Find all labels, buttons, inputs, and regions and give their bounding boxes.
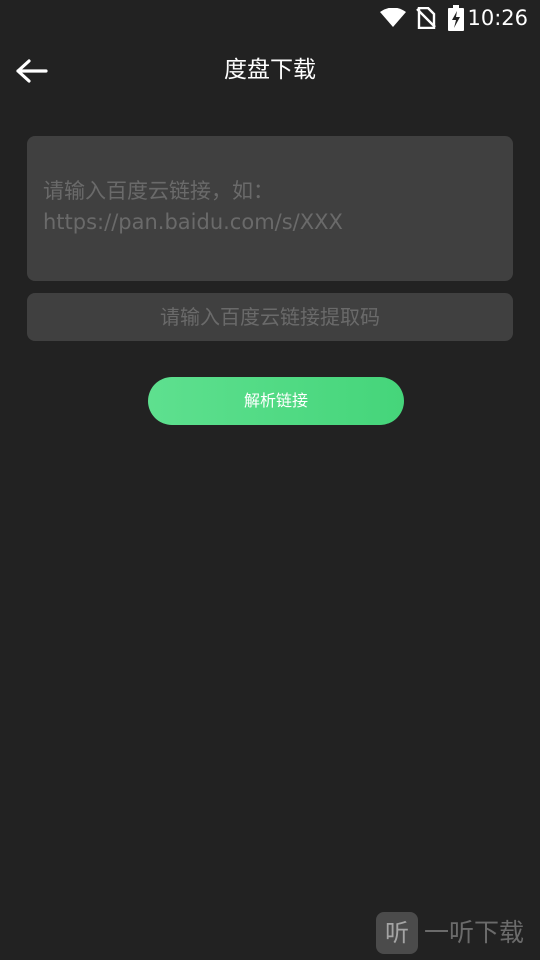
watermark-logo-icon: 听 bbox=[376, 912, 418, 954]
status-bar: 10:26 bbox=[0, 0, 540, 36]
page-title: 度盘下载 bbox=[224, 57, 316, 83]
parse-link-button[interactable]: 解析链接 bbox=[148, 377, 404, 425]
app-bar: 度盘下载 bbox=[0, 36, 540, 104]
app-screen: 10:26 度盘下载 请输入百度云链接，如： https://pan.baidu… bbox=[0, 0, 540, 960]
extraction-code-input[interactable] bbox=[27, 293, 513, 341]
battery-charging-icon bbox=[448, 5, 464, 31]
watermark-text: 一听下载 bbox=[424, 918, 525, 947]
baidu-link-input[interactable] bbox=[27, 136, 513, 281]
status-time: 10:26 bbox=[467, 6, 528, 30]
no-signal-icon bbox=[416, 7, 436, 29]
wifi-icon bbox=[380, 8, 406, 27]
watermark: 听 一听下载 bbox=[376, 912, 540, 960]
watermark-logo-glyph: 听 bbox=[385, 919, 409, 947]
